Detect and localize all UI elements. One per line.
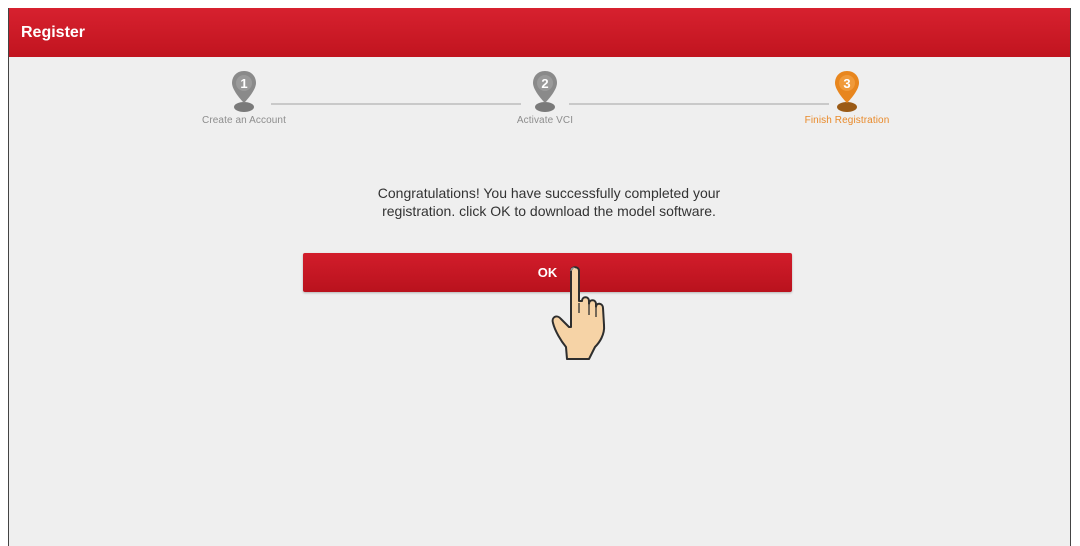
- step-activate-vci: 2 Activate VCI: [465, 69, 625, 126]
- page-title: Register: [21, 24, 86, 41]
- register-window: Register 1 Create an Account 2 Activate …: [8, 8, 1071, 546]
- step-label: Finish Registration: [804, 115, 890, 126]
- step-label: Create an Account: [202, 115, 286, 126]
- map-pin-icon: 2: [533, 71, 557, 112]
- success-message: Congratulations! You have successfully c…: [299, 184, 799, 220]
- map-pin-icon: 1: [232, 71, 256, 112]
- step-number: 2: [541, 76, 548, 91]
- step-number: 1: [240, 76, 247, 91]
- map-pin-icon: 3: [835, 71, 859, 112]
- ok-button[interactable]: OK: [303, 253, 792, 292]
- step-finish-registration: 3 Finish Registration: [767, 69, 927, 126]
- message-line-2: registration. click OK to download the m…: [382, 203, 716, 219]
- title-bar: Register: [9, 8, 1070, 57]
- step-label: Activate VCI: [516, 115, 574, 126]
- registration-stepper: 1 Create an Account 2 Activate VCI 3 Fin…: [9, 57, 1070, 157]
- step-number: 3: [843, 76, 850, 91]
- message-line-1: Congratulations! You have successfully c…: [377, 185, 721, 201]
- step-create-account: 1 Create an Account: [164, 69, 324, 126]
